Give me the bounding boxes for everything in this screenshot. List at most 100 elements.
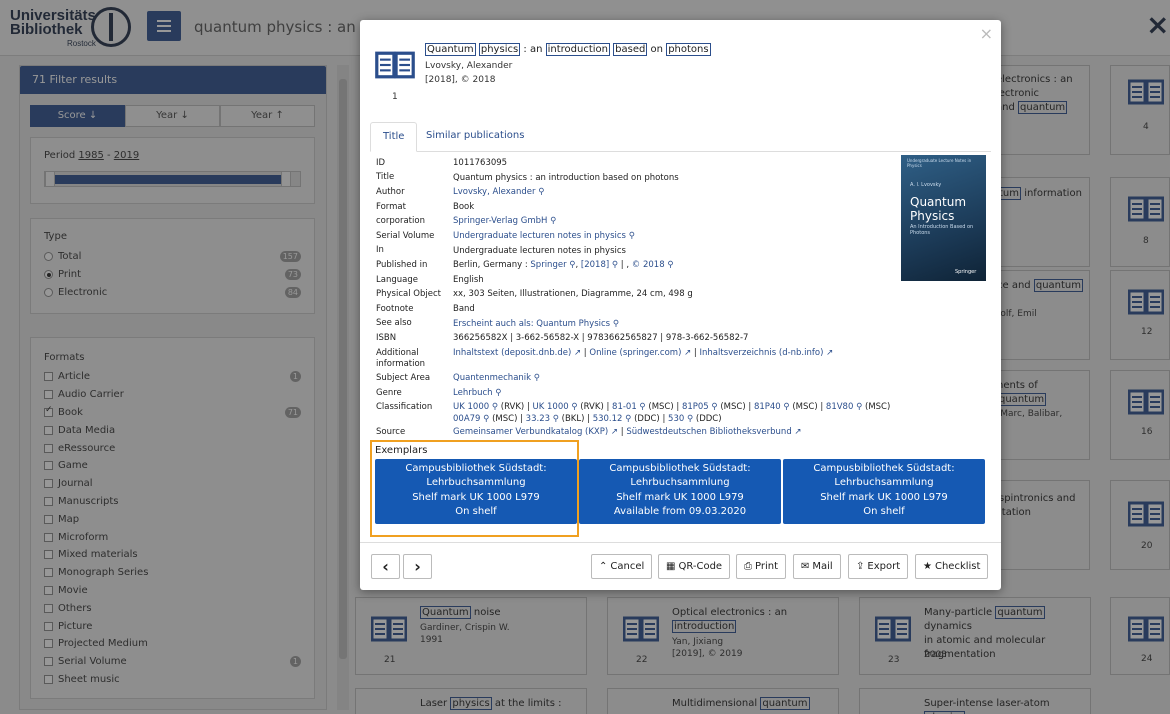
modal-footer-divider [360,542,1001,543]
link-icon[interactable]: ⚲ [569,402,577,412]
record-tabs: Title Similar publications [370,122,991,152]
field-corporation: corporation Springer-Verlag GmbH ⚲ [376,216,557,227]
link-icon[interactable]: ⚲ [534,373,540,383]
chevron-up-icon: ⌃ [599,561,608,572]
additional-link-3[interactable]: Inhaltsverzeichnis (d-nb.info) [700,348,824,358]
publisher-link[interactable]: Springer [530,260,566,270]
classification-link[interactable]: 81-01 [612,402,637,412]
source-link-2[interactable]: Südwestdeutschen Bibliotheksverbund [626,427,791,437]
record-author-date: Lvovsky, Alexander [2018], © 2018 [425,59,512,87]
qr-code-icon: ▦ [666,561,676,572]
classification-kind: (MSC) [862,402,891,412]
classification-link[interactable]: 81P40 [754,402,781,412]
export-icon: ⇪ [856,561,865,572]
mail-button[interactable]: ✉ Mail [793,554,841,579]
external-link-icon: ↗ [571,347,582,358]
export-button[interactable]: ⇪ Export [848,554,909,579]
link-icon[interactable]: ⚲ [550,414,559,424]
link-icon[interactable]: ⚲ [495,388,501,398]
field-id: ID 1011763095 [376,157,508,168]
external-link-icon: ↗ [791,427,802,437]
cover-publisher: Springer [955,269,977,275]
classification-kind: (MSC) | [789,402,826,412]
tab-similar-publications[interactable]: Similar publications [414,122,536,152]
year-link[interactable]: [2018] [581,260,609,270]
printer-icon: ⎙ [744,561,752,572]
genre-link[interactable]: Lehrbuch [453,388,493,398]
modal-close-icon[interactable]: × [980,24,993,43]
classification-kind: (MSC) | [645,402,682,412]
source-link-1[interactable]: Gemeinsamer Verbundkatalog (KXP) [453,427,608,437]
record-number: 1 [392,92,398,102]
checklist-button[interactable]: ★ Checklist [915,554,989,579]
link-icon[interactable]: ⚲ [853,402,862,412]
field-in: In Undergraduate lecturen notes in physic… [376,245,626,256]
next-record-button[interactable]: › [403,554,432,579]
qr-code-button[interactable]: ▦ QR-Code [658,554,731,579]
link-icon[interactable]: ⚲ [629,231,635,241]
record-title: Quantum physics : an introduction based … [425,43,711,56]
classification-link[interactable]: UK 1000 [453,402,489,412]
additional-link-2[interactable]: Online (springer.com) [589,348,681,358]
tab-title[interactable]: Title [370,122,418,152]
field-footnote: Footnote Band [376,303,475,314]
field-published-in: Published in Berlin, Germany : Springer ⚲… [376,259,674,271]
classification-kind: (BKL) | [558,413,593,424]
classification-link[interactable]: 33.23 [526,414,550,424]
classification-link[interactable]: UK 1000 [533,402,569,412]
field-author: Author Lvovsky, Alexander ⚲ [376,186,545,198]
field-serial-volume: Serial Volume Undergraduate lecturen note… [376,230,635,241]
link-icon[interactable]: ⚲ [613,319,619,329]
record-details: ID 1011763095 Title Quantum physics : an i… [376,156,896,440]
classification-kind: (MSC) | [489,413,526,424]
exemplar-button-3[interactable]: Campusbibliothek Südstadt: Lehrbuchsammlu… [783,459,985,524]
classification-link[interactable]: 530.12 [593,414,623,424]
star-icon: ★ [923,561,932,572]
see-also-link[interactable]: Erscheint auch als: Quantum Physics [453,319,610,329]
field-title: Title Quantum physics : an introduction b… [376,172,679,183]
previous-record-button[interactable]: ‹ [371,554,400,579]
field-additional-information: Additional information Inhaltstext (deposi… [376,347,834,369]
cover-subtitle: An Introduction Based on Photons [910,224,974,236]
classification-link[interactable]: 81V80 [826,402,853,412]
cover-title: Quantum Physics [910,195,967,223]
print-button[interactable]: ⎙ Print [736,554,787,579]
field-language: Language English [376,274,484,285]
link-icon[interactable]: ⚲ [489,402,498,412]
exemplar-button-2[interactable]: Campusbibliothek Südstadt: Lehrbuchsammlu… [579,459,781,524]
copyright-link[interactable]: © 2018 [632,260,665,270]
field-source: Source Gemeinsamer Verbundkatalog (KXP) ↗… [376,426,802,437]
classification-kind: (MSC) | [717,402,754,412]
classification-kind: (DDC) [693,413,722,424]
envelope-icon: ✉ [801,561,810,572]
cancel-button[interactable]: ⌃ Cancel [591,554,653,579]
link-icon[interactable]: ⚲ [538,187,544,197]
classification-kind: (RVK) | [577,402,613,412]
serial-link[interactable]: Undergraduate lecturen notes in physics [453,231,626,241]
book-icon [375,51,415,79]
link-icon[interactable]: ⚲ [637,402,645,412]
field-genre: Genre Lehrbuch ⚲ [376,387,502,398]
record-author: Lvovsky, Alexander [425,61,513,71]
field-isbn: ISBN 366256582X | 3-662-56582-X | 9783662… [376,332,749,344]
field-see-also: See also Erscheint auch als: Quantum Phys… [376,318,620,329]
subject-link[interactable]: Quantenmechanik [453,373,531,383]
classification-link[interactable]: 00A79 [453,414,480,424]
book-cover-image[interactable]: Undergraduate Lecture Notes in Physics A… [901,155,986,281]
external-link-icon: ↗ [823,347,834,358]
classification-link[interactable]: 530 [668,414,684,424]
classification-link[interactable]: 81P05 [682,402,709,412]
classification-kind: (DDC) | [631,413,669,424]
author-link[interactable]: Lvovsky, Alexander [453,187,535,197]
link-icon[interactable]: ⚲ [684,414,693,424]
additional-link-1[interactable]: Inhaltstext (deposit.dnb.de) [453,348,571,358]
link-icon[interactable]: ⚲ [781,402,789,412]
corporation-link[interactable]: Springer-Verlag GmbH [453,216,547,226]
cover-author: A. I. Lvovsky [910,182,942,188]
field-format: Format Book [376,201,475,212]
link-icon[interactable]: ⚲ [550,216,556,226]
classification-kind: (RVK) | [498,402,533,412]
external-link-icon: ↗ [608,427,619,437]
field-classification: Classification UK 1000 ⚲ (RVK) | UK 1000 … [376,402,891,424]
link-icon[interactable]: ⚲ [709,402,717,412]
